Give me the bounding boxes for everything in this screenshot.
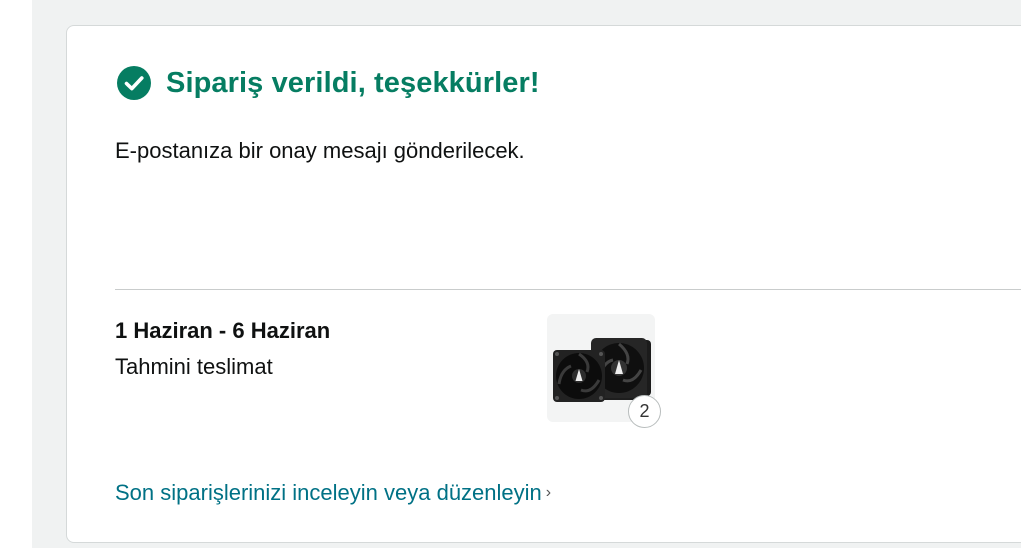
review-orders-link-label: Son siparişlerinizi inceleyin veya düzen… bbox=[115, 480, 542, 505]
confirmation-title: Sipariş verildi, teşekkürler! bbox=[166, 66, 540, 99]
item-quantity-badge: 2 bbox=[628, 395, 661, 428]
review-orders-link[interactable]: Son siparişlerinizi inceleyin veya düzen… bbox=[115, 480, 551, 506]
delivery-date-range: 1 Haziran - 6 Haziran bbox=[115, 318, 331, 343]
delivery-estimate-label: Tahmini teslimat bbox=[115, 354, 273, 379]
chevron-right-icon: › bbox=[545, 484, 552, 501]
section-divider bbox=[115, 289, 1021, 290]
order-confirmation-card: Sipariş verildi, teşekkürler! E-postanız… bbox=[66, 25, 1021, 543]
confirmation-message: E-postanıza bir onay mesajı gönderilecek… bbox=[115, 138, 525, 163]
check-circle-icon bbox=[117, 66, 151, 100]
confirmation-header: Sipariş verildi, teşekkürler! bbox=[117, 66, 540, 100]
